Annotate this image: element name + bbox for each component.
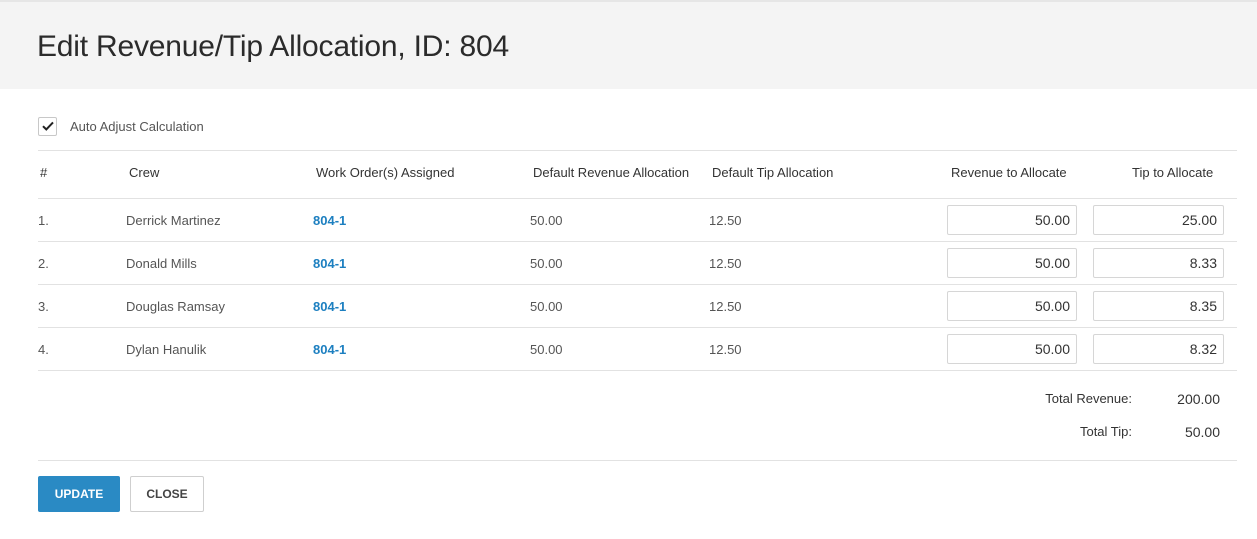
row-number: 2. <box>38 256 49 271</box>
default-revenue-value: 50.00 <box>530 256 563 271</box>
col-header-work-orders: Work Order(s) Assigned <box>316 165 455 180</box>
row-divider <box>38 327 1237 328</box>
work-order-link[interactable]: 804-1 <box>313 299 346 314</box>
modal-title: Edit Revenue/Tip Allocation, ID: 804 <box>37 30 509 63</box>
row-number: 3. <box>38 299 49 314</box>
crew-name: Derrick Martinez <box>126 213 221 228</box>
col-header-tip-to-allocate: Tip to Allocate <box>1132 165 1214 180</box>
row-divider <box>38 241 1237 242</box>
default-tip-value: 12.50 <box>709 256 742 271</box>
revenue-input[interactable]: 50.00 <box>947 291 1077 321</box>
col-header-number: # <box>40 165 48 180</box>
revenue-input[interactable]: 50.00 <box>947 248 1077 278</box>
col-header-revenue-to-allocate: Revenue to Allocate <box>951 165 1067 180</box>
total-tip-value: 50.00 <box>1184 424 1220 440</box>
crew-name: Donald Mills <box>126 256 197 271</box>
total-revenue-value: 200.00 <box>1177 391 1220 407</box>
crew-name: Dylan Hanulik <box>126 342 207 357</box>
col-header-default-tip: Default Tip Allocation <box>712 165 834 180</box>
default-revenue-value: 50.00 <box>530 299 563 314</box>
modal-header: Edit Revenue/Tip Allocation, ID: 804 <box>0 0 1257 89</box>
tip-input[interactable]: 25.00 <box>1093 205 1224 235</box>
row-divider <box>38 284 1237 285</box>
default-tip-value: 12.50 <box>709 342 742 357</box>
default-revenue-value: 50.00 <box>530 342 563 357</box>
row-divider <box>38 370 1237 371</box>
divider <box>38 460 1237 461</box>
crew-name: Douglas Ramsay <box>126 299 225 314</box>
work-order-link[interactable]: 804-1 <box>313 213 346 228</box>
default-revenue-value: 50.00 <box>530 213 563 228</box>
auto-adjust-option[interactable]: Auto Adjust Calculation <box>38 116 204 136</box>
tip-input[interactable]: 8.32 <box>1093 334 1224 364</box>
close-button[interactable]: CLOSE <box>130 476 204 512</box>
auto-adjust-label: Auto Adjust Calculation <box>70 118 204 134</box>
work-order-link[interactable]: 804-1 <box>313 256 346 271</box>
row-number: 1. <box>38 213 49 228</box>
work-order-link[interactable]: 804-1 <box>313 342 346 357</box>
revenue-input[interactable]: 50.00 <box>947 334 1077 364</box>
checkmark-icon <box>41 121 54 131</box>
col-header-default-revenue: Default Revenue Allocation <box>533 165 690 180</box>
total-tip-label: Total Tip: <box>1079 424 1132 439</box>
col-header-crew: Crew <box>129 165 160 180</box>
divider <box>38 198 1237 199</box>
default-tip-value: 12.50 <box>709 299 742 314</box>
total-revenue-label: Total Revenue: <box>1045 391 1132 406</box>
divider <box>38 150 1237 151</box>
row-number: 4. <box>38 342 49 357</box>
update-button[interactable]: UPDATE <box>38 476 120 512</box>
tip-input[interactable]: 8.35 <box>1093 291 1224 321</box>
tip-input[interactable]: 8.33 <box>1093 248 1224 278</box>
default-tip-value: 12.50 <box>709 213 742 228</box>
auto-adjust-checkbox[interactable] <box>38 116 57 136</box>
revenue-input[interactable]: 50.00 <box>947 205 1077 235</box>
